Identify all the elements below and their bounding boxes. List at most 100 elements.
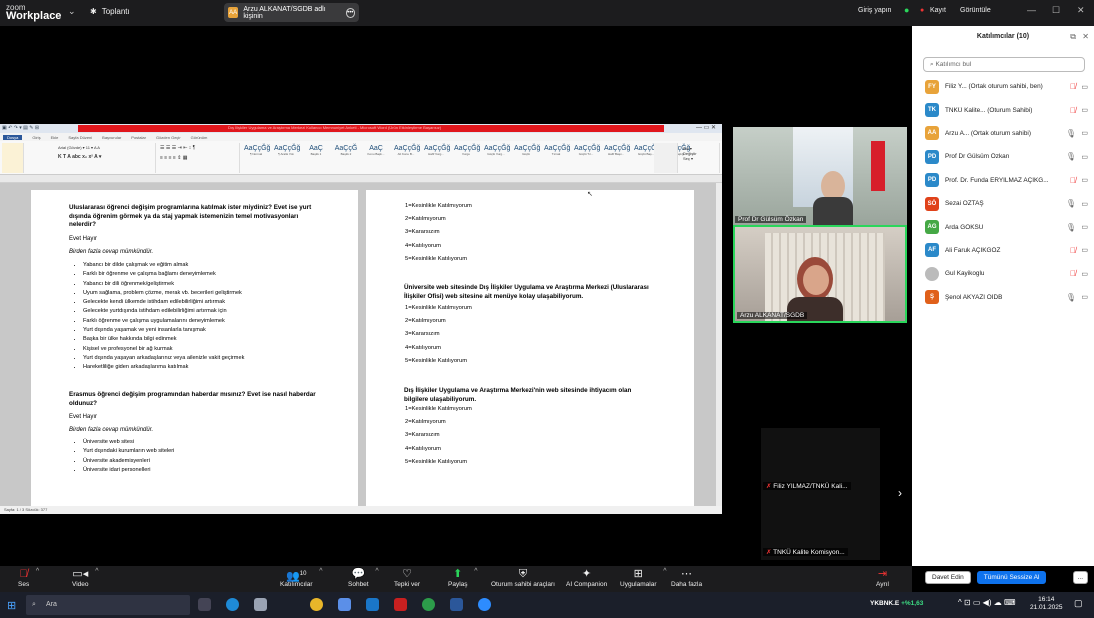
minimize-icon[interactable]: — [1027, 5, 1036, 15]
chevron-up-icon[interactable]: ^ [375, 568, 378, 575]
record-button[interactable]: Kayıt [930, 7, 946, 14]
view-button[interactable]: Görüntüle [960, 7, 991, 14]
paste-group[interactable] [2, 143, 24, 173]
task-view-icon[interactable] [198, 598, 211, 611]
zoom-logo[interactable]: zoom Workplace [6, 3, 61, 22]
chrome-icon[interactable] [310, 598, 323, 611]
chevron-up-icon[interactable]: ^ [36, 568, 39, 575]
participant-row[interactable]: Gul Kayikoglu 🎙̸ ▭ [912, 262, 1094, 285]
chevron-up-icon[interactable]: ^ [474, 568, 477, 575]
chevron-up-icon[interactable]: ^ [663, 568, 666, 575]
style-item[interactable]: AaÇ Başlık 1 [304, 145, 328, 156]
meetings-button[interactable]: ✱ Toplantı [90, 7, 130, 16]
camera-off-icon[interactable]: ▭ [1081, 293, 1088, 301]
zoom-icon[interactable] [478, 598, 491, 611]
mic-icon[interactable]: 🎙 [1066, 223, 1076, 232]
camera-off-icon[interactable]: ▭ [1081, 246, 1088, 254]
ribbon-tab[interactable]: Dosya [3, 134, 23, 140]
camera-off-icon[interactable]: ▭ [1081, 83, 1088, 91]
ruler[interactable] [0, 175, 722, 183]
apps-button[interactable]: ⊞ Uygulamalar ^ [620, 567, 667, 588]
style-item[interactable]: AaÇçĞğ Hafif Vurg... [424, 145, 450, 156]
chevron-up-icon[interactable]: ^ [319, 568, 322, 575]
participants-button[interactable]: 👥10 Katılımcılar ^ [280, 567, 323, 588]
mic-muted-icon[interactable]: 🎙̸ [1070, 82, 1076, 91]
shield-icon[interactable]: ● [904, 5, 909, 15]
close-icon[interactable]: ✕ [1077, 5, 1085, 16]
screen-share-indicator[interactable]: AA Arzu ALKANAT/SGDB adlı kişinin ••• [224, 3, 359, 22]
react-button[interactable]: ♡ Tepki ver [394, 567, 420, 588]
ie-icon[interactable] [366, 598, 379, 611]
mute-all-button[interactable]: Tümünü Sessize Al [976, 571, 1047, 584]
edge-icon[interactable] [226, 598, 239, 611]
camera-off-icon[interactable]: ▭ [1081, 223, 1088, 231]
camera-off-icon[interactable]: ▭ [1081, 176, 1088, 184]
camera-off-icon[interactable]: ▭ [1081, 106, 1088, 114]
ribbon-tab[interactable]: Postalar [131, 135, 146, 140]
word-icon[interactable] [450, 598, 463, 611]
participant-row[interactable]: AA Arzu A... (Ortak oturum sahibi) 🎙 ▭ [912, 122, 1094, 145]
document-area[interactable]: Uluslararası öğrenci değişim programları… [0, 183, 722, 506]
popout-icon[interactable]: ⧉ [1070, 26, 1076, 48]
styles-gallery[interactable]: AaÇçĞğ ¶ Normal AaÇçĞğ ¶ Aralık Yok AaÇ Başlı… [244, 145, 690, 156]
vertical-scrollbar[interactable] [716, 183, 722, 506]
notifications-icon[interactable]: ▢ [1074, 598, 1083, 609]
video-button[interactable]: ▭◂ Video ^ [72, 567, 99, 588]
chat-button[interactable]: 💬 Sohbet ^ [348, 567, 379, 588]
style-item[interactable]: AaÇçĞğ ¶ Aralık Yok [274, 145, 300, 156]
video-tiles-off[interactable]: ✗ Filiz YILMAZ/TNKÜ Kali... ✗ TNKÜ Kalit… [761, 428, 880, 560]
more-icon[interactable]: ••• [345, 7, 356, 18]
participant-row[interactable]: AF Ali Faruk AÇIKGÖZ 🎙̸ ▭ [912, 239, 1094, 262]
participant-row[interactable]: Ş Şenol AKYAZI ÖİDB 🎙 ▭ [912, 286, 1094, 309]
taskbar-search[interactable]: ⌕ Ara [26, 595, 190, 615]
mic-muted-icon[interactable]: 🎙̸ [1070, 176, 1076, 185]
more-options-button[interactable]: ... [1072, 571, 1088, 584]
style-item[interactable]: AaÇçĞğ Vurgu [454, 145, 480, 156]
word-window-controls[interactable]: — ▭ ✕ [696, 124, 716, 131]
invite-button[interactable]: Davet Edin [925, 571, 971, 584]
style-item[interactable]: AaÇçĞ Başlık 2 [334, 145, 358, 156]
ribbon-tab[interactable]: Giriş [32, 135, 40, 140]
video-tile-2-active-speaker[interactable]: Arzu ALKANAT/SGDB [733, 225, 907, 323]
app-icon[interactable] [254, 598, 267, 611]
close-panel-icon[interactable]: ✕ [1082, 26, 1089, 48]
participant-row[interactable]: TK TNKÜ Kalite... (Oturum Sahibi) 🎙̸ ▭ [912, 98, 1094, 121]
ribbon-tab[interactable]: Görünüm [191, 135, 208, 140]
camera-off-icon[interactable]: ▭ [1081, 153, 1088, 161]
system-tray-icons[interactable]: ^ ⊡ ▭ ◀) ☁ ⌨ [958, 598, 1016, 607]
participant-search-input[interactable]: ⌕ Katılımcı bul [923, 57, 1085, 72]
quick-access-toolbar[interactable]: ▣ ↶ ↷ ▾ ▤ ✎ ⊞ [2, 125, 72, 131]
mic-muted-icon[interactable]: 🎙̸ [1070, 269, 1076, 278]
change-styles-button[interactable] [654, 143, 678, 173]
chrome-profile-icon[interactable] [422, 598, 435, 611]
style-item[interactable]: AaÇçĞğ Güçlü Tır... [574, 145, 600, 156]
ribbon-tab[interactable]: Gözden Geçir [156, 135, 181, 140]
style-item[interactable]: AaÇçĞğ Güçlü Vurg... [484, 145, 510, 156]
acrobat-icon[interactable] [394, 598, 407, 611]
maximize-icon[interactable]: ☐ [1052, 5, 1060, 16]
host-tools-button[interactable]: ⛨ Oturum sahibi araçları [491, 567, 555, 588]
copilot-icon[interactable] [338, 598, 351, 611]
style-item[interactable]: AaÇçĞğ Hafif Başv... [604, 145, 630, 156]
camera-off-icon[interactable]: ▭ [1081, 200, 1088, 208]
ribbon-tab[interactable]: Başvurular [102, 135, 121, 140]
participant-row[interactable]: PD Prof. Dr. Funda ERYILMAZ AÇIKG... 🎙̸ ▭ [912, 169, 1094, 192]
stock-ticker[interactable]: YKBNK.E +%1,63 [870, 600, 923, 607]
ribbon-tab[interactable]: Ekle [51, 135, 59, 140]
audio-button[interactable]: 🎙̸ Ses ^ [18, 567, 39, 588]
font-group[interactable]: Arial (Gövde) ▾ 11 ▾ A A K T A abc x₂ x²… [56, 143, 156, 173]
chevron-up-icon[interactable]: ^ [95, 568, 98, 575]
next-page-icon[interactable]: › [898, 486, 902, 500]
more-button[interactable]: ⋯ Daha fazla [671, 567, 702, 588]
style-item[interactable]: AaÇçĞğ ¶ Normal [244, 145, 270, 156]
leave-button[interactable]: ⇥ Ayrıl [876, 567, 889, 588]
mic-icon[interactable]: 🎙 [1066, 293, 1076, 302]
style-item[interactable]: AaÇ Konu Başlı... [364, 145, 388, 156]
mic-icon[interactable]: 🎙 [1066, 129, 1076, 138]
video-tile-1[interactable]: Prof Dr Gülsüm Özkan [733, 127, 907, 225]
ai-companion-button[interactable]: ✦ AI Companion [566, 567, 607, 588]
participant-row[interactable]: PD Prof Dr Gülsüm Özkan 🎙 ▭ [912, 145, 1094, 168]
mic-muted-icon[interactable]: 🎙̸ [1070, 106, 1076, 115]
camera-off-icon[interactable]: ▭ [1081, 129, 1088, 137]
camera-off-icon[interactable]: ▭ [1081, 270, 1088, 278]
